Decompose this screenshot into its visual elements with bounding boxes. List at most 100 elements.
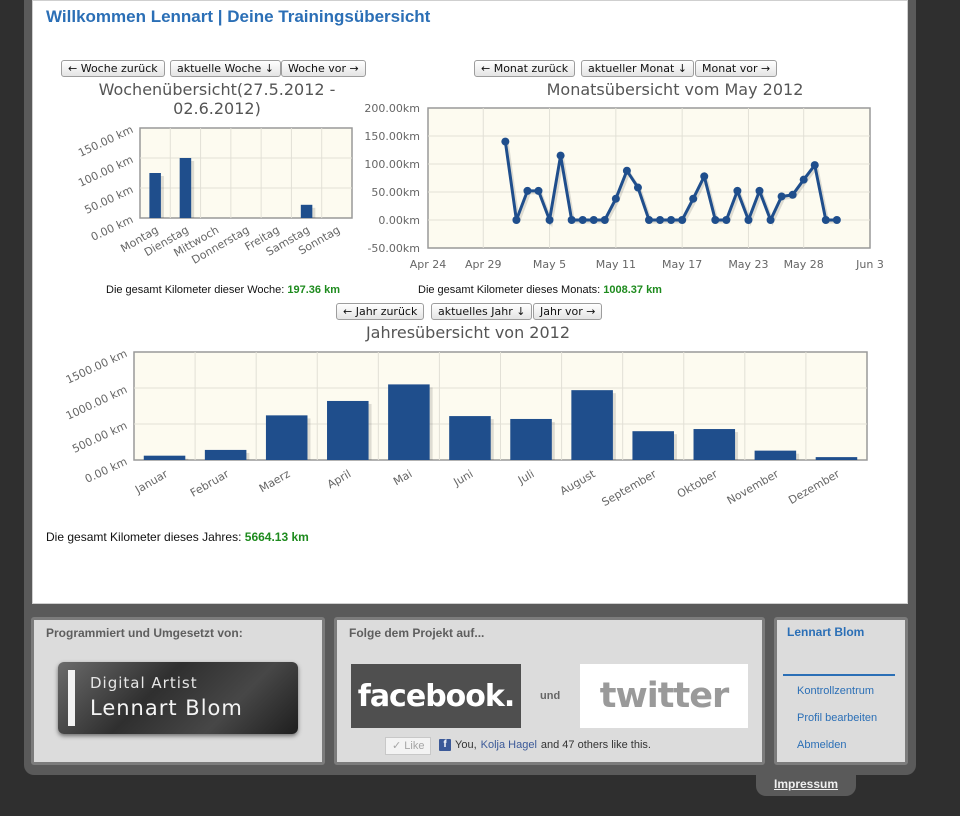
y-tick-label: 0.00km: [378, 214, 420, 227]
link-profil-bearbeiten[interactable]: Profil bearbeiten: [797, 712, 877, 724]
data-point: [777, 192, 786, 201]
logo-bar: [68, 670, 75, 726]
like-button[interactable]: ✓ Like: [385, 737, 431, 755]
data-point: [788, 190, 797, 199]
data-point: [744, 216, 753, 224]
data-point: [722, 216, 731, 224]
week-next-button[interactable]: Woche vor →: [281, 60, 366, 77]
data-point: [622, 166, 631, 175]
x-tick-label: September: [600, 467, 660, 509]
week-total-value: 197.36 km: [287, 284, 340, 296]
year-current-button[interactable]: aktuelles Jahr ↓: [431, 303, 533, 320]
data-point: [810, 161, 819, 170]
bar: [327, 400, 369, 460]
bar: [204, 449, 247, 460]
data-point: [534, 186, 543, 195]
data-point: [600, 216, 609, 224]
bar: [632, 431, 674, 460]
data-point: [611, 194, 620, 203]
bar: [179, 158, 192, 218]
data-point: [711, 216, 720, 224]
week-chart-title: Wochenübersicht(27.5.2012 - 02.6.2012): [98, 80, 336, 118]
digital-artist-logo[interactable]: Digital Artist Lennart Blom: [58, 662, 298, 734]
user-name: Lennart Blom: [787, 625, 865, 639]
bar: [754, 450, 797, 460]
like-you: You,: [455, 739, 477, 751]
x-tick-label: Apr 29: [465, 258, 502, 271]
data-point: [589, 216, 598, 224]
x-tick-label: August: [558, 467, 598, 498]
y-tick-label: 100.00km: [364, 158, 420, 171]
page-title: Willkommen Lennart | Deine Trainingsüber…: [46, 7, 431, 26]
user-panel: Lennart Blom Kontrollzentrum Profil bear…: [774, 617, 908, 765]
data-point: [567, 216, 576, 224]
data-point: [545, 216, 554, 224]
data-point: [755, 186, 764, 195]
data-point: [678, 216, 687, 224]
x-tick-label: May 28: [784, 258, 824, 271]
year-total: Die gesamt Kilometer dieses Jahres: 5664…: [46, 530, 309, 544]
logo-line2: Lennart Blom: [90, 696, 243, 720]
y-tick-label: 150.00km: [364, 130, 420, 143]
x-tick-label: Januar: [132, 467, 170, 497]
plot-area: [139, 127, 353, 219]
year-chart-title: Jahresübersicht von 2012: [365, 323, 571, 342]
x-tick-label: Dezember: [786, 467, 842, 507]
data-point: [578, 216, 587, 224]
x-tick-label: April: [325, 467, 353, 491]
y-tick-label: 50.00 km: [83, 183, 136, 217]
facebook-icon: f: [439, 739, 451, 751]
like-rest: and 47 others like this.: [540, 739, 651, 751]
month-chart-title: Monatsübersicht vom May 2012: [546, 80, 804, 99]
month-total: Die gesamt Kilometer dieses Monats: 1008…: [418, 284, 662, 296]
x-tick-label: Mai: [391, 467, 414, 488]
year-prev-button[interactable]: ← Jahr zurück: [336, 303, 425, 320]
logo-line1: Digital Artist: [90, 674, 198, 692]
bar: [143, 455, 186, 460]
bar: [510, 418, 552, 460]
month-current-button[interactable]: aktueller Monat ↓: [581, 60, 695, 77]
bar: [571, 390, 613, 460]
x-tick-label: May 23: [728, 258, 768, 271]
bar: [265, 415, 308, 460]
twitter-logo[interactable]: twitter: [580, 664, 748, 728]
year-next-button[interactable]: Jahr vor →: [533, 303, 603, 320]
y-tick-label: 500.00 km: [70, 419, 129, 456]
month-next-button[interactable]: Monat vor →: [695, 60, 778, 77]
data-point: [799, 175, 808, 184]
und-label: und: [540, 690, 561, 702]
bar: [388, 384, 430, 460]
social-heading: Folge dem Projekt auf...: [349, 626, 485, 640]
x-tick-label: Oktober: [675, 467, 720, 501]
data-point: [700, 172, 709, 181]
credits-heading: Programmiert und Umgesetzt von:: [46, 626, 243, 640]
data-point: [766, 216, 775, 224]
facebook-logo[interactable]: facebook.: [351, 664, 521, 728]
data-point: [656, 216, 665, 224]
month-prev-button[interactable]: ← Monat zurück: [474, 60, 576, 77]
data-point: [832, 216, 841, 224]
week-total-label: Die gesamt Kilometer dieser Woche:: [106, 284, 285, 296]
bar: [300, 204, 313, 218]
impressum-link[interactable]: Impressum: [774, 777, 838, 791]
like-summary: f You, Kolja Hagel and 47 others like th…: [439, 739, 651, 751]
data-point: [667, 216, 676, 224]
data-point: [556, 151, 565, 160]
credits-panel: Programmiert und Umgesetzt von: Digital …: [31, 617, 325, 765]
week-prev-button[interactable]: ← Woche zurück: [61, 60, 165, 77]
bar: [693, 429, 736, 460]
data-point: [645, 216, 653, 224]
user-divider: [783, 674, 895, 676]
data-point: [512, 216, 521, 224]
y-tick-label: -50.00km: [367, 242, 420, 255]
x-tick-label: May 17: [662, 258, 702, 271]
week-current-button[interactable]: aktuelle Woche ↓: [170, 60, 282, 77]
link-abmelden[interactable]: Abmelden: [797, 739, 847, 751]
year-total-label: Die gesamt Kilometer dieses Jahres:: [46, 530, 242, 544]
link-kontrollzentrum[interactable]: Kontrollzentrum: [797, 685, 874, 697]
y-tick-label: 1000.00 km: [64, 383, 129, 423]
bar: [815, 457, 858, 460]
like-friend-link[interactable]: Kolja Hagel: [481, 739, 537, 751]
bar: [449, 416, 491, 460]
data-point: [733, 186, 742, 195]
